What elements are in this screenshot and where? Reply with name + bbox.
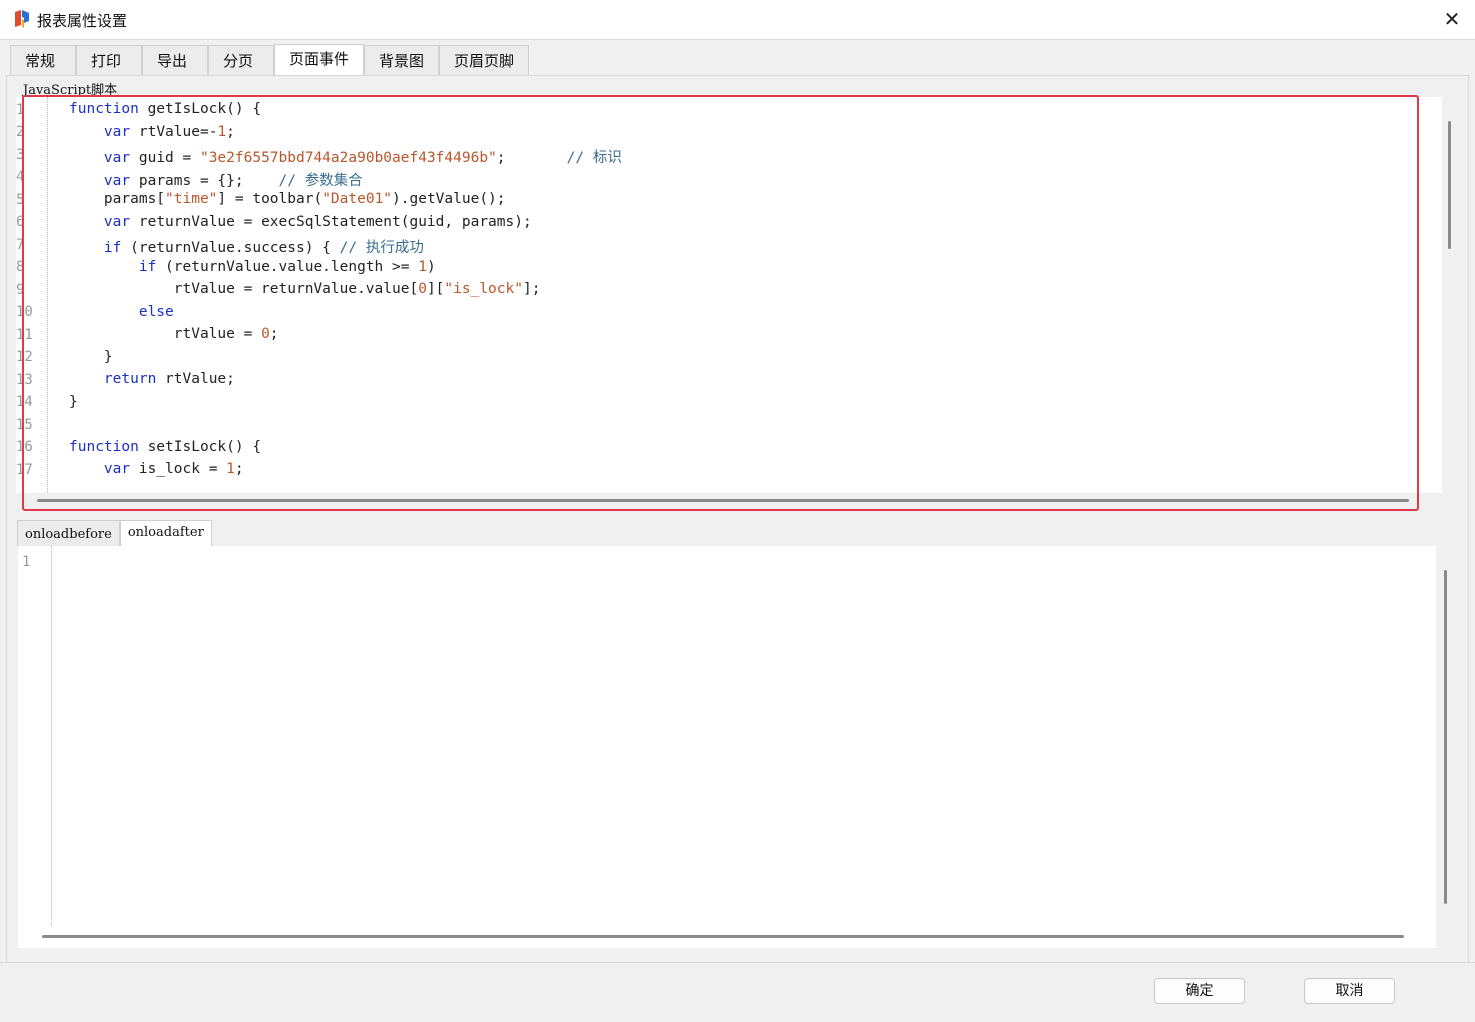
tab-page-events[interactable]: 页面事件 [274,44,365,76]
code-line: } [69,348,113,365]
code-line: return rtValue; [103,371,235,387]
code-line: var rtValue=-1; [103,123,235,140]
line-number: 17 [16,462,33,478]
code-line: if (returnValue.success) { // 执行成功 [103,240,424,256]
event-editor-vertical-scrollbar[interactable] [1444,570,1447,904]
code-editor-vertical-scrollbar[interactable] [1448,121,1451,249]
event-editor-horizontal-scrollbar[interactable] [42,935,1404,938]
line-number: 3 [16,147,25,163]
code-line: params["time"] = toolbar("Date01").getVa… [69,191,506,207]
code-line: var params = {}; // 参数集合 [103,172,363,189]
line-number: 2 [16,124,25,140]
line-number-gutter: 1 2 3 4 5 6 7 8 9 10 11 12 13 14 15 16 1… [16,97,48,493]
code-line: } [69,393,78,410]
line-number: 15 [16,417,33,433]
code-line: function getIsLock() { [69,101,262,117]
code-line: rtValue = 0; [69,326,279,342]
close-button[interactable]: ✕ [1439,6,1465,32]
property-tabs: 常规 打印 导出 分页 页面事件 背景图 页眉页脚 [10,44,530,76]
title-bar: 报表属性设置 ✕ [0,0,1475,40]
code-editor-horizontal-scrollbar[interactable] [37,499,1409,502]
line-number: 10 [16,304,33,320]
line-number: 9 [16,282,25,298]
code-line: function setIsLock() { [69,438,262,455]
tab-onloadbefore[interactable]: onloadbefore [17,520,120,546]
window-title: 报表属性设置 [37,12,128,30]
code-line: var returnValue = execSqlStatement(guid,… [103,213,532,230]
tab-background-image[interactable]: 背景图 [364,45,440,76]
line-number: 5 [16,192,25,208]
code-line: rtValue = returnValue.value[0]["is_lock"… [69,281,541,297]
line-number: 6 [16,214,25,230]
tab-export[interactable]: 导出 [142,45,208,76]
code-line: else [138,303,174,320]
line-number-gutter: 1 [18,546,52,926]
ok-button[interactable]: 确定 [1154,978,1245,1004]
line-number: 14 [16,394,33,410]
line-number: 4 [16,169,25,185]
app-logo-icon [15,10,29,28]
tab-onloadafter[interactable]: onloadafter [119,520,212,546]
event-script-editor[interactable]: 1 [18,546,1436,948]
tab-general[interactable]: 常规 [10,45,76,76]
cancel-button[interactable]: 取消 [1304,978,1395,1004]
javascript-code-editor[interactable]: 1 2 3 4 5 6 7 8 9 10 11 12 13 14 15 16 1… [16,97,1442,493]
line-number: 11 [16,327,33,343]
line-number: 8 [16,259,25,275]
line-number: 13 [16,372,33,388]
javascript-section-label: JavaScript脚本 [23,83,118,98]
code-line: var is_lock = 1; [103,461,244,477]
line-number: 1 [22,554,31,570]
line-number: 7 [16,237,25,253]
tab-paging[interactable]: 分页 [208,45,274,76]
event-tabs: onloadbefore onloadafter [17,520,212,546]
footer-divider [0,962,1475,963]
code-line: if (returnValue.value.length >= 1) [138,258,436,275]
tab-header-footer[interactable]: 页眉页脚 [439,45,530,76]
line-number: 12 [16,349,33,365]
code-line: var guid = "3e2f6557bbd744a2a90b0aef43f4… [103,150,622,166]
line-number: 16 [16,439,33,455]
tab-print[interactable]: 打印 [76,45,142,76]
line-number: 1 [16,102,25,118]
